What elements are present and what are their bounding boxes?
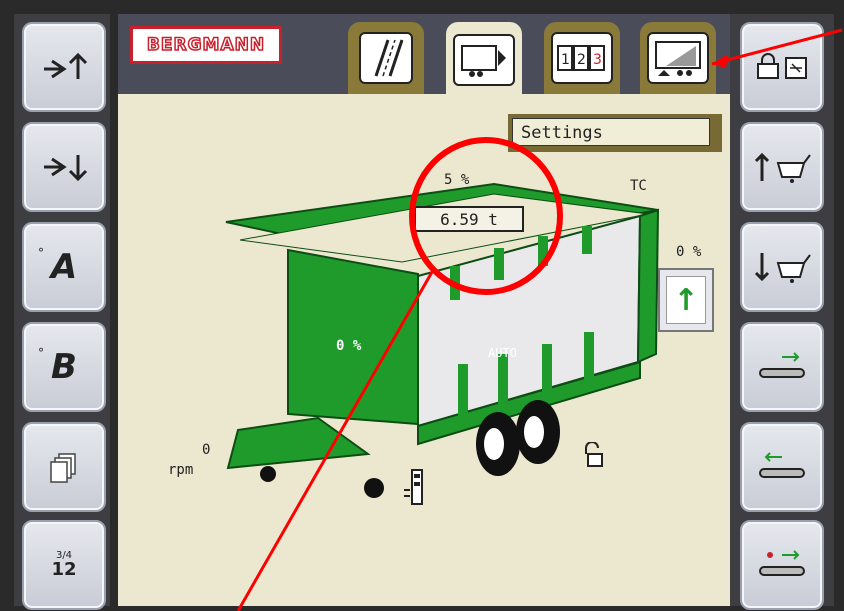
tailgate-up-button[interactable] — [740, 122, 824, 212]
tailgate-down-icon — [754, 253, 811, 283]
rpm-value: 0 — [202, 442, 211, 458]
main-display: BERGMANN 123 Settings 5 % 6.59 t TC 0 % … — [118, 14, 730, 606]
wagon-post — [458, 364, 468, 420]
drawbar-down-icon — [44, 155, 88, 182]
counter-label: 12 — [51, 559, 77, 580]
floor-auto-button[interactable] — [740, 520, 824, 610]
pages-icon — [50, 453, 76, 483]
preset-dot-icon: ° — [38, 346, 44, 360]
weight-readout: 6.59 t — [414, 206, 524, 232]
tailgate-down-button[interactable] — [740, 222, 824, 312]
preset-dot-icon: ° — [38, 246, 44, 260]
joystick-icon — [404, 469, 423, 505]
tc-label: TC — [630, 178, 647, 194]
floor-forward-button[interactable] — [740, 322, 824, 412]
forage-wagon-diagram — [225, 182, 660, 498]
floor-forward-icon — [759, 352, 805, 378]
tailgate-up-icon — [754, 152, 811, 183]
floor-backward-icon — [759, 452, 805, 478]
wheel-hub — [484, 428, 504, 460]
wagon-post — [494, 248, 504, 280]
wagon-post — [538, 236, 548, 266]
floor-auto-icon — [759, 550, 805, 576]
lock-button[interactable] — [740, 22, 824, 112]
wagon-front-body — [287, 248, 419, 426]
pickup-unit — [226, 416, 371, 470]
pickup-wheel — [364, 478, 384, 498]
drawbar-up-icon — [44, 52, 88, 79]
arrow-up-icon: ↑ — [666, 276, 706, 324]
pages-button[interactable] — [22, 422, 106, 512]
body-percent-readout: 0 % — [336, 338, 362, 354]
top-percent-readout: 5 % — [444, 172, 470, 188]
tailgate-up-small-button[interactable]: ↑ — [658, 268, 714, 332]
wagon-post — [582, 226, 592, 254]
unlock-icon — [585, 442, 603, 467]
pickup-wheel — [260, 466, 276, 482]
wagon-post — [542, 344, 552, 394]
floor-backward-button[interactable] — [740, 422, 824, 512]
wagon-rear-frame — [636, 208, 660, 364]
preset-b-label: B — [51, 347, 77, 387]
drawbar-up-button[interactable] — [22, 22, 106, 112]
drawbar-down-button[interactable] — [22, 122, 106, 212]
preset-b-button[interactable]: ° B — [22, 322, 106, 412]
right-button-column — [730, 14, 834, 610]
wheel-hub — [524, 416, 544, 448]
preset-a-label: A — [50, 247, 78, 287]
counter-button[interactable]: 3/4 12 — [22, 520, 106, 610]
wagon-post — [498, 354, 508, 408]
mode-label: AUTO — [488, 346, 517, 360]
rpm-unit: rpm — [168, 462, 194, 478]
left-button-column: ° A ° B 3/4 12 — [14, 14, 110, 610]
preset-a-button[interactable]: ° A — [22, 222, 106, 312]
wagon-post — [584, 332, 594, 380]
lock-icon — [757, 53, 807, 79]
wagon-post — [450, 266, 460, 300]
right-percent-readout: 0 % — [676, 244, 702, 260]
